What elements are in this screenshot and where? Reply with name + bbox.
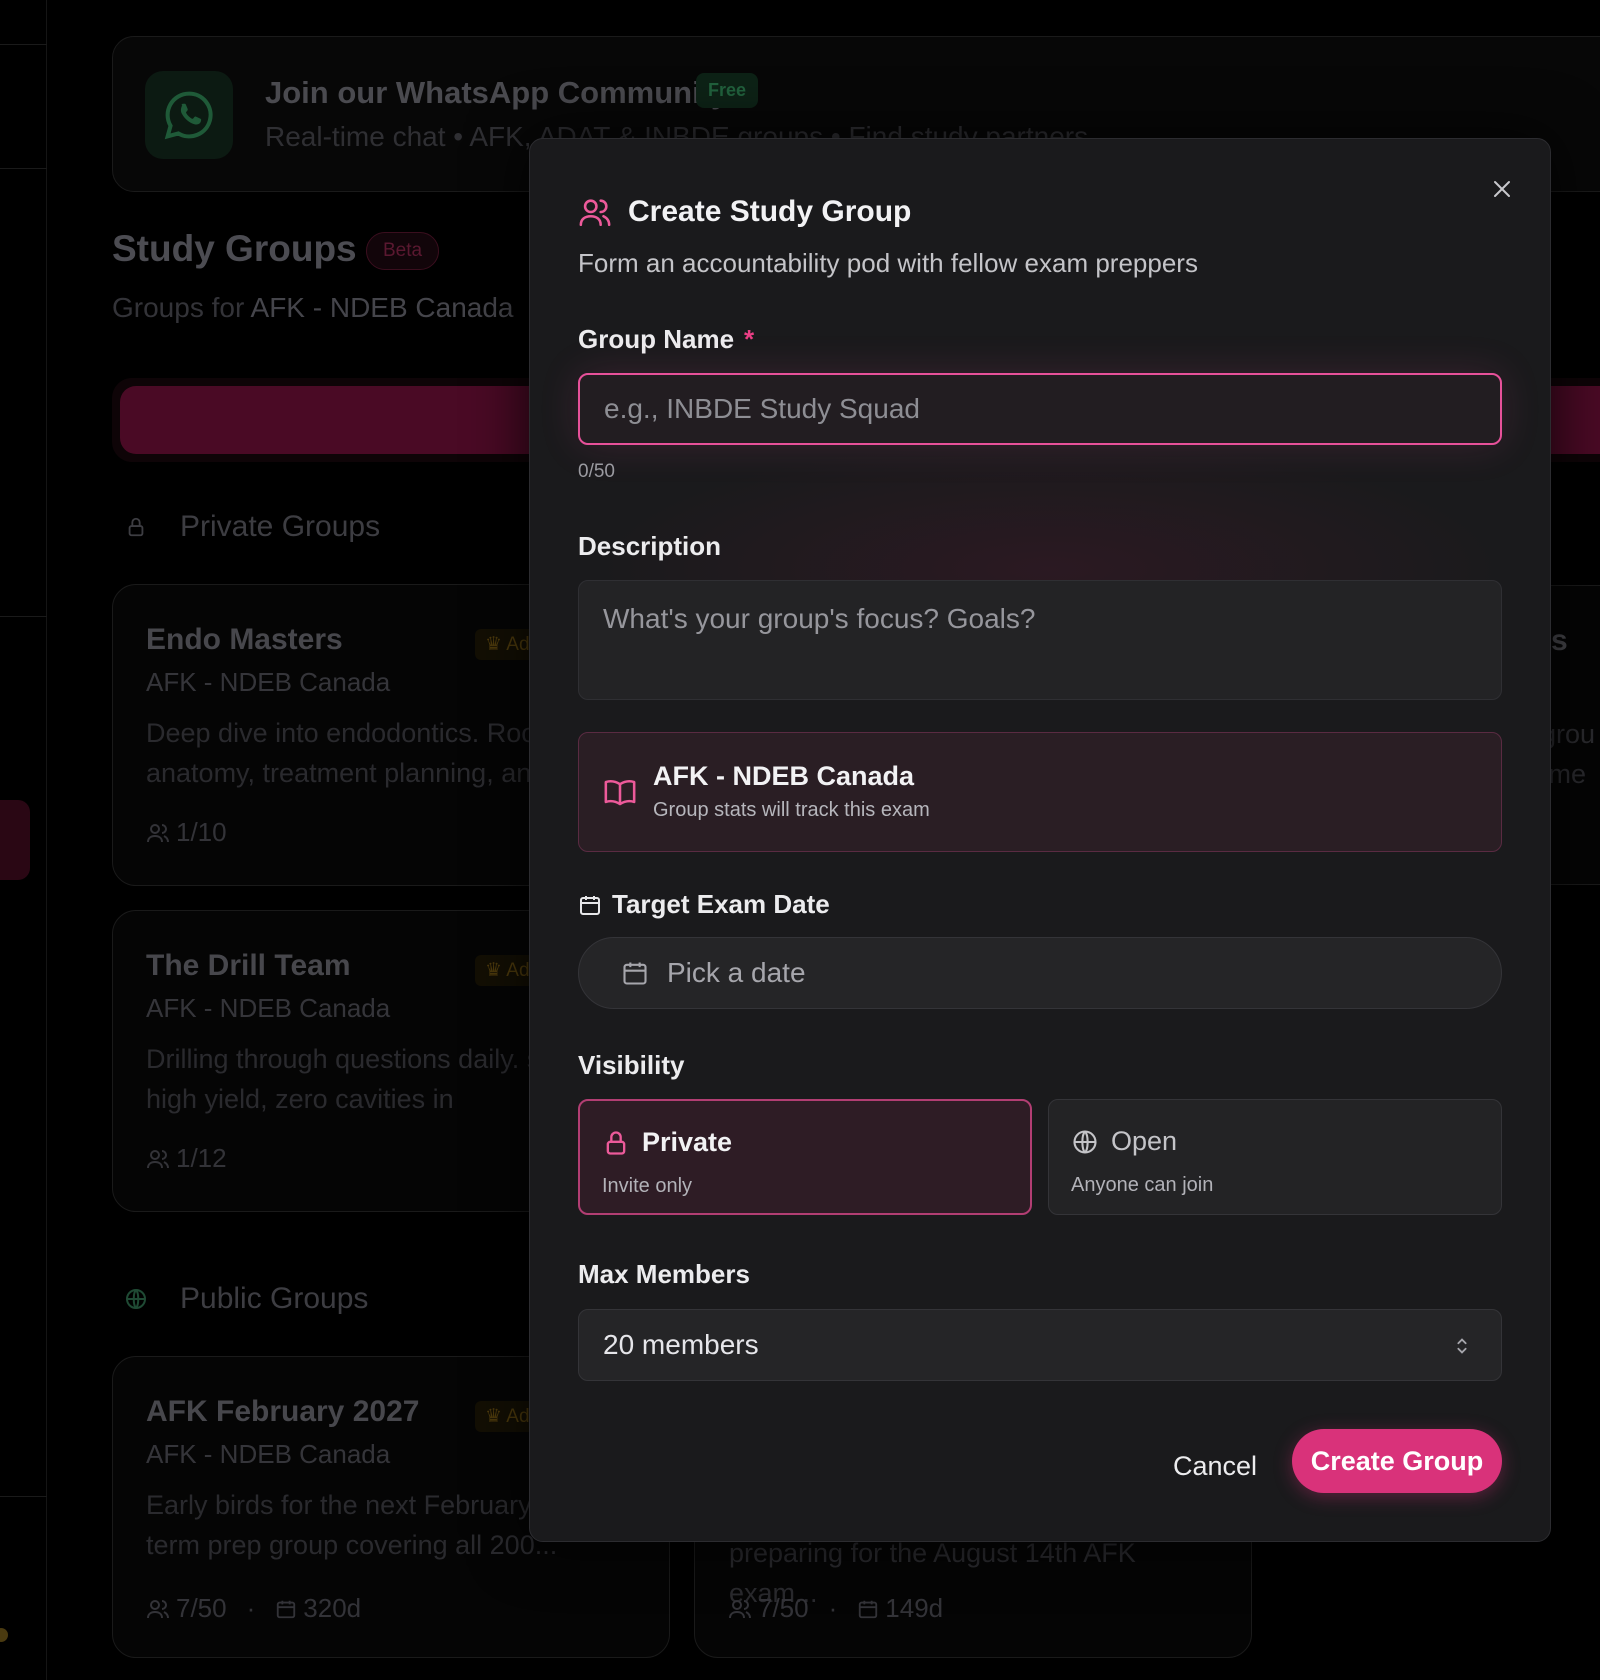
description-label: Description	[578, 531, 722, 561]
create-study-group-dialog: Create Study Group Form an accountabilit…	[529, 138, 1551, 1542]
sidebar-active-indicator	[0, 800, 30, 880]
calendar-icon	[623, 962, 647, 985]
date-placeholder: Pick a date	[667, 957, 806, 988]
close-button[interactable]	[1486, 173, 1518, 205]
lock-icon	[606, 1130, 626, 1155]
book-icon	[604, 779, 636, 806]
globe-icon	[120, 1283, 152, 1315]
visibility-open-option[interactable]: Open Anyone can join	[1048, 1099, 1502, 1215]
private-groups-heading: Private Groups	[120, 510, 380, 544]
users-icon	[147, 1599, 169, 1618]
exam-info-box: AFK - NDEB Canada Group stats will track…	[578, 732, 1502, 852]
page-subtitle: Groups for AFK - NDEB Canada	[112, 292, 514, 323]
users-icon	[147, 1149, 169, 1168]
globe-icon	[1073, 1129, 1097, 1154]
target-exam-date-label: Target Exam Date	[578, 889, 830, 920]
whatsapp-icon	[145, 71, 233, 159]
whatsapp-title: Join our WhatsApp Community	[265, 75, 729, 110]
max-members-value: 20 members	[603, 1329, 759, 1360]
visibility-label: Visibility	[578, 1050, 685, 1080]
users-icon	[579, 199, 611, 227]
max-members-label: Max Members	[578, 1259, 750, 1289]
group-name-input[interactable]	[578, 373, 1502, 445]
character-counter: 0/50	[578, 461, 615, 482]
calendar-icon	[859, 1600, 878, 1618]
lock-icon	[120, 511, 152, 543]
chevron-updown-icon	[1457, 1338, 1467, 1354]
description-input[interactable]	[578, 580, 1502, 700]
calendar-icon	[277, 1600, 296, 1618]
close-icon	[1494, 181, 1510, 197]
dialog-title: Create Study Group	[578, 195, 911, 229]
date-picker-button[interactable]: Pick a date	[578, 937, 1502, 1009]
users-icon	[147, 823, 169, 842]
exam-note: Group stats will track this exam	[653, 799, 930, 821]
exam-name: AFK - NDEB Canada	[653, 761, 915, 791]
status-dot	[0, 1628, 8, 1642]
left-sidebar	[0, 0, 47, 1680]
visibility-private-option[interactable]: Private Invite only	[578, 1099, 1032, 1215]
group-name-label: Group Name *	[578, 324, 755, 354]
cancel-button[interactable]: Cancel	[1150, 1435, 1280, 1497]
dialog-subtitle: Form an accountability pod with fellow e…	[578, 248, 1198, 278]
calendar-icon	[580, 895, 600, 915]
page-title: Study Groups	[112, 228, 357, 269]
beta-badge: Beta	[366, 232, 440, 270]
max-members-select[interactable]: 20 members	[578, 1309, 1502, 1381]
create-group-button[interactable]: Create Group	[1292, 1429, 1502, 1493]
public-groups-heading: Public Groups	[120, 1282, 368, 1316]
users-icon	[729, 1599, 751, 1618]
required-mark: *	[744, 324, 755, 354]
free-badge: Free	[696, 73, 759, 108]
